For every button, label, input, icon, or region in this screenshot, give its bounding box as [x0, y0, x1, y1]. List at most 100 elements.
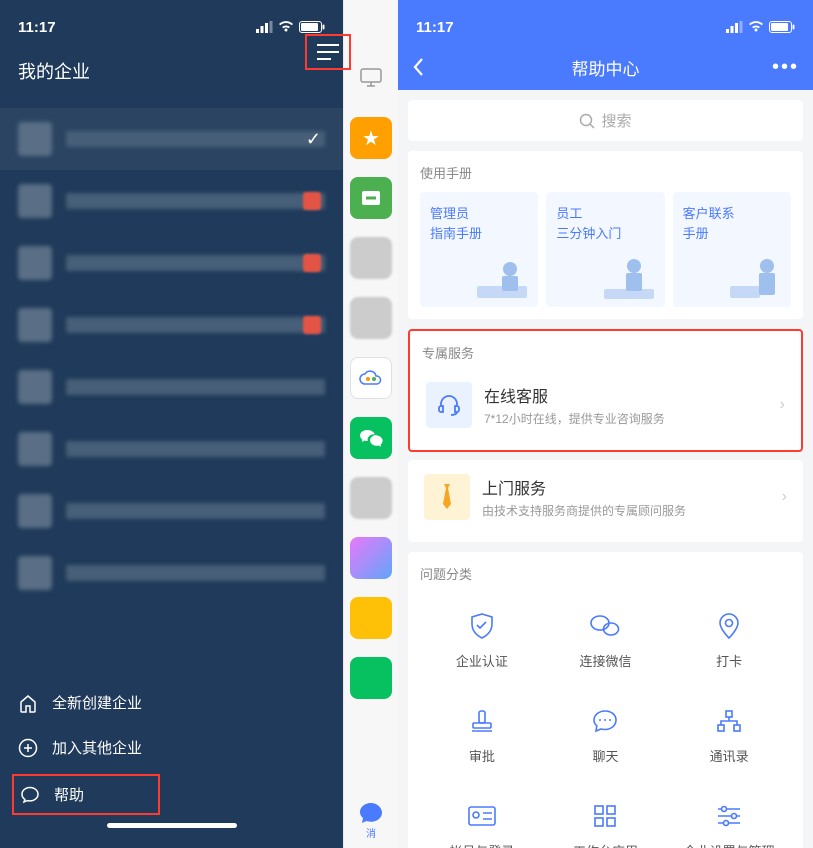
grid-icon	[590, 801, 620, 831]
wifi-icon	[278, 21, 294, 33]
search-placeholder: 搜索	[601, 110, 631, 131]
hamburger-icon	[317, 44, 339, 60]
cat-workbench[interactable]: 工作台应用	[544, 783, 668, 848]
cat-account[interactable]: 帐号与登录	[420, 783, 544, 848]
status-time: 11:17	[18, 19, 56, 36]
section-title: 使用手册	[420, 163, 791, 182]
id-card-icon	[467, 801, 497, 831]
status-icons	[726, 21, 795, 33]
manual-line1: 客户联系	[683, 204, 781, 224]
menu-label: 帮助	[54, 784, 84, 805]
chevron-right-icon: ›	[782, 488, 787, 506]
avatar-icon[interactable]	[350, 537, 392, 579]
status-time: 11:17	[416, 19, 454, 36]
status-icons	[256, 21, 325, 33]
cat-label: 打卡	[716, 651, 742, 670]
avatar-icon[interactable]	[350, 657, 392, 699]
menu-button-highlight[interactable]	[305, 34, 351, 70]
company-item[interactable]: ✓	[0, 108, 343, 170]
help-button-highlight[interactable]: 帮助	[12, 774, 160, 815]
battery-icon	[769, 21, 795, 33]
company-item[interactable]	[0, 294, 343, 356]
menu-label: 加入其他企业	[52, 737, 142, 758]
company-item[interactable]	[0, 480, 343, 542]
wechat-icon	[590, 611, 620, 641]
manual-line1: 员工	[556, 204, 654, 224]
wechat-icon[interactable]	[350, 417, 392, 459]
home-icon	[18, 693, 38, 713]
avatar-icon[interactable]	[350, 477, 392, 519]
location-icon	[714, 611, 744, 641]
notification-badge	[303, 316, 321, 334]
person-icon	[599, 251, 659, 301]
cat-settings[interactable]: 企业设置与管理	[667, 783, 791, 848]
avatar-icon[interactable]	[350, 597, 392, 639]
chat-bubble-icon	[358, 801, 384, 825]
join-company-button[interactable]: 加入其他企业	[18, 725, 325, 770]
service-title: 在线客服	[484, 383, 665, 407]
file-icon[interactable]	[350, 177, 392, 219]
stamp-icon	[467, 706, 497, 736]
manual-card-staff[interactable]: 员工 三分钟入门	[546, 192, 664, 307]
section-title: 专属服务	[422, 343, 789, 362]
section-title: 问题分类	[420, 564, 791, 583]
exclusive-service-highlight: 专属服务 在线客服 7*12小时在线，提供专业咨询服务 ›	[408, 329, 803, 452]
cloud-icon[interactable]	[350, 357, 392, 399]
onsite-service-item[interactable]: 上门服务 由技术支持服务商提供的专属顾问服务 ›	[420, 464, 791, 530]
cat-clock[interactable]: 打卡	[667, 593, 791, 688]
create-company-button[interactable]: 全新创建企业	[18, 680, 325, 725]
manuals-section: 使用手册 管理员 指南手册 员工 三分钟入门 客户联系 手册	[408, 151, 803, 319]
plus-circle-icon	[18, 738, 38, 758]
cat-label: 企业设置与管理	[684, 841, 775, 848]
avatar-icon[interactable]	[350, 237, 392, 279]
cat-chat[interactable]: 聊天	[544, 688, 668, 783]
messages-tab-label: 消	[366, 825, 376, 840]
right-phone-screen: 11:17 帮助中心 ••• 搜索 使用手册 管理员 指南手册 员工 三分钟入门	[398, 0, 813, 848]
categories-section: 问题分类 企业认证 连接微信 打卡 审批 聊天	[408, 552, 803, 848]
service-title: 上门服务	[482, 475, 686, 499]
cat-label: 连接微信	[579, 651, 631, 670]
org-icon	[714, 706, 744, 736]
sliders-icon	[714, 801, 744, 831]
cat-wechat[interactable]: 连接微信	[544, 593, 668, 688]
header-bar: 帮助中心 •••	[398, 44, 813, 90]
left-phone-screen: 11:17 我的企业 ✓	[0, 0, 343, 848]
company-item[interactable]	[0, 232, 343, 294]
company-item[interactable]	[0, 418, 343, 480]
company-item[interactable]	[0, 356, 343, 418]
notification-badge	[303, 254, 321, 272]
chat-icon	[20, 785, 40, 805]
star-icon[interactable]: ★	[350, 117, 392, 159]
monitor-icon[interactable]	[350, 57, 392, 99]
company-item[interactable]	[0, 170, 343, 232]
avatar-icon[interactable]	[350, 297, 392, 339]
company-list: ✓	[0, 108, 343, 604]
wifi-icon	[748, 21, 764, 33]
chevron-left-icon	[412, 57, 424, 77]
service-desc: 由技术支持服务商提供的专属顾问服务	[482, 502, 686, 519]
cat-label: 审批	[469, 746, 495, 765]
cat-label: 通讯录	[710, 746, 749, 765]
page-title: 我的企业	[18, 58, 90, 84]
cat-enterprise-auth[interactable]: 企业认证	[420, 593, 544, 688]
cat-contacts[interactable]: 通讯录	[667, 688, 791, 783]
headset-icon	[426, 382, 472, 428]
title-bar: 我的企业	[0, 44, 343, 98]
speech-icon	[590, 706, 620, 736]
back-button[interactable]	[412, 57, 442, 77]
online-support-item[interactable]: 在线客服 7*12小时在线，提供专业咨询服务 ›	[422, 372, 789, 438]
search-bar[interactable]: 搜索	[408, 100, 803, 141]
cat-approval[interactable]: 审批	[420, 688, 544, 783]
manual-line1: 管理员	[430, 204, 528, 224]
manual-line2: 三分钟入门	[556, 224, 654, 244]
manual-card-contact[interactable]: 客户联系 手册	[673, 192, 791, 307]
service-desc: 7*12小时在线，提供专业咨询服务	[484, 410, 665, 427]
manual-card-admin[interactable]: 管理员 指南手册	[420, 192, 538, 307]
signal-icon	[256, 21, 273, 33]
cat-label: 工作台应用	[573, 841, 638, 848]
bottom-menu: 全新创建企业 加入其他企业 帮助	[0, 680, 343, 836]
company-item[interactable]	[0, 542, 343, 604]
manual-line2: 手册	[683, 224, 781, 244]
messages-tab[interactable]: 消	[358, 801, 384, 848]
more-button[interactable]: •••	[769, 56, 799, 79]
